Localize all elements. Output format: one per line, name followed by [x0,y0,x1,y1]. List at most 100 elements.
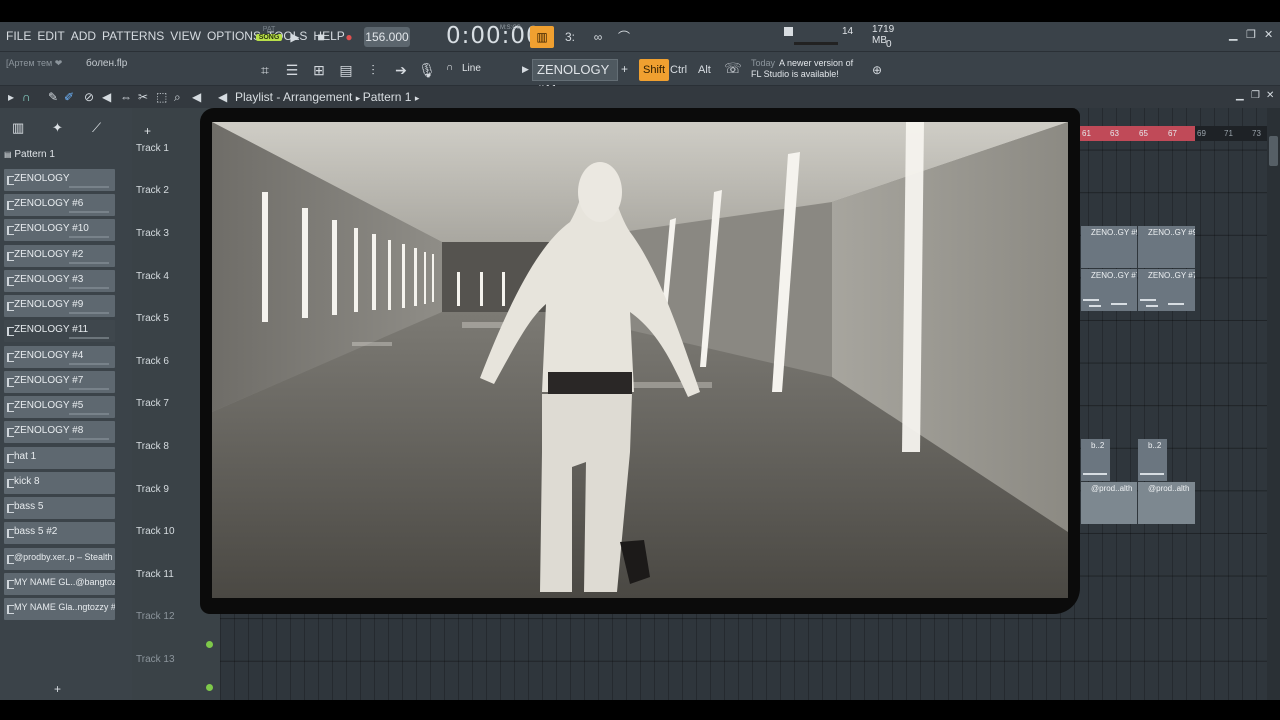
playlist-clip[interactable]: ZENO..GY #7 [1081,269,1137,311]
picker-clip[interactable]: ZENOLOGY #3 [4,270,115,292]
track-label[interactable]: Track 11 [136,569,174,580]
slip-icon[interactable]: ⇔ [120,90,132,104]
picker-clip[interactable]: bass 5 [4,497,115,519]
select-icon[interactable]: ⬚ [156,90,167,104]
picker-clip[interactable]: ZENOLOGY #7 [4,371,115,393]
shift-key-button[interactable]: Shift [639,59,670,81]
track-label[interactable]: Track 8 [136,441,169,452]
delete-icon[interactable]: ⊘ [84,90,94,104]
playlist-clip[interactable]: @prod..alth [1081,482,1137,524]
play-arrow-icon[interactable]: ▸ [8,90,14,104]
picker-add-icon[interactable]: + [54,682,61,696]
picker-clip[interactable]: ZENOLOGY #6 [4,194,115,216]
picker-clip[interactable]: MY NAME GL..@bangtozzy [4,573,115,595]
add-instrument-icon[interactable]: + [621,62,628,76]
track-label[interactable]: Track 12 [136,611,175,622]
picker-pattern-item[interactable]: ▤ Pattern 1 [4,149,55,160]
pat-song-toggle[interactable]: PAT SONG [256,26,282,48]
mute-tool-icon[interactable]: ◀ [102,90,111,104]
menu-file[interactable]: FILE [6,29,31,43]
timeline-ruler[interactable]: 61 63 65 67 69 71 73 [1080,126,1267,141]
news-panel[interactable]: Today A newer version of FL Studio is ava… [751,58,853,80]
menu-view[interactable]: VIEW [170,29,201,43]
automation-tab-icon[interactable]: ⟋ [92,120,101,136]
slice-icon[interactable]: ✂ [138,90,148,104]
track-label[interactable]: Track 1 [136,143,169,154]
picker-clip[interactable]: ZENOLOGY #4 [4,346,115,368]
track-label[interactable]: Track 5 [136,313,169,324]
countdown-icon[interactable]: ⌒ [612,26,636,48]
picker-clip[interactable]: ZENOLOGY [4,169,115,191]
breadcrumb-pattern[interactable]: Pattern 1 [363,90,412,104]
picker-clip[interactable]: ZENOLOGY #10 [4,219,115,241]
menu-edit[interactable]: EDIT [37,29,64,43]
track-label[interactable]: Track 13 [136,654,175,665]
minimize-icon[interactable]: ▁ [1229,28,1237,41]
alt-key-button[interactable]: Alt [694,59,715,81]
stop-icon[interactable]: ■ [312,28,330,46]
maximize-icon[interactable]: ❐ [1246,28,1256,41]
playlist-clip[interactable]: b..2 [1138,439,1167,481]
track-label[interactable]: Track 9 [136,484,169,495]
close-icon[interactable]: ✕ [1264,28,1273,41]
track-label[interactable]: Track 10 [136,526,175,537]
playlist-clip[interactable]: ZENO..GY #7 [1138,269,1195,311]
playlist-clip[interactable]: b..2 [1081,439,1110,481]
picker-clip[interactable]: hat 1 [4,447,115,469]
globe-icon[interactable]: ⊕ [866,59,888,81]
picker-clip[interactable]: ZENOLOGY #8 [4,421,115,443]
news-icon[interactable]: ☏ [722,60,744,80]
arrow-right-icon[interactable]: ➔ [390,59,412,81]
channel-rack-icon[interactable]: ☰ [281,59,303,81]
vertical-scrollbar[interactable] [1267,108,1280,700]
microphone-icon[interactable]: 🎙 [416,59,438,81]
snap-select[interactable]: ∩ Line [444,61,512,79]
picker-clip-selected[interactable]: ZENOLOGY #11 [4,320,115,342]
playback-icon[interactable]: ◀ [192,90,201,104]
playlist-clip[interactable]: ZENO..GY #9 [1138,226,1195,268]
picker-clip[interactable]: kick 8 [4,472,115,494]
mixer-icon[interactable]: ⫶ [362,59,384,81]
track-mute-led[interactable] [206,641,213,648]
scroll-thumb[interactable] [1269,136,1278,166]
ctrl-key-button[interactable]: Ctrl [666,59,691,81]
track-label[interactable]: Track 4 [136,271,169,282]
add-track-icon[interactable]: + [144,124,151,138]
panel-close-icon[interactable]: ✕ [1266,90,1274,101]
loop-region[interactable] [1080,126,1195,141]
picker-clip[interactable]: @prodby.xer..p – Stealth [4,548,115,570]
paint-icon[interactable]: ✐ [64,90,74,104]
playlist-clip[interactable]: ZENO..GY #9 [1081,226,1137,268]
magnet-snap-icon[interactable]: ∩ [22,90,31,104]
instrument-arrow-icon[interactable]: ▶ [522,64,529,75]
track-mute-led[interactable] [206,684,213,691]
piano-tab-icon[interactable]: ▥ [12,120,24,136]
tempo-display[interactable]: 156.000 [364,27,410,47]
track-label[interactable]: Track 2 [136,185,169,196]
track-label[interactable]: Track 6 [136,356,169,367]
panel-minimize-icon[interactable]: ▁ [1236,90,1244,101]
picker-clip[interactable]: MY NAME Gla..ngtozzy #2 [4,598,115,620]
browser-icon[interactable]: ▤ [335,59,357,81]
track-label[interactable]: Track 7 [136,398,169,409]
zoom-icon[interactable]: ⌕ [174,90,181,105]
picker-clip[interactable]: ZENOLOGY #5 [4,396,115,418]
piano-roll-icon[interactable]: ⊞ [308,59,330,81]
audio-tab-icon[interactable]: ✦ [52,120,63,136]
menu-patterns[interactable]: PATTERNS [102,29,164,43]
track-label[interactable]: Track 3 [136,228,169,239]
playlist-window-icon[interactable]: ⌗ [254,59,276,81]
panel-maximize-icon[interactable]: ❐ [1251,90,1260,101]
picker-clip[interactable]: bass 5 #2 [4,522,115,544]
menu-add[interactable]: ADD [71,29,96,43]
picker-clip[interactable]: ZENOLOGY #9 [4,295,115,317]
pencil-icon[interactable]: ✎ [48,90,58,104]
metronome-icon[interactable]: ▥ [530,26,554,48]
breadcrumb-playlist[interactable]: Playlist - Arrangement [235,90,352,104]
record-icon[interactable]: ● [340,28,358,46]
instrument-selector[interactable]: ZENOLOGY #11 [532,59,618,97]
loop-record-icon[interactable]: ∞ [586,26,610,48]
playlist-clip[interactable]: @prod..alth [1138,482,1195,524]
wait-input-icon[interactable]: 3: [558,26,582,48]
speaker-icon[interactable]: ◀ [218,90,227,104]
